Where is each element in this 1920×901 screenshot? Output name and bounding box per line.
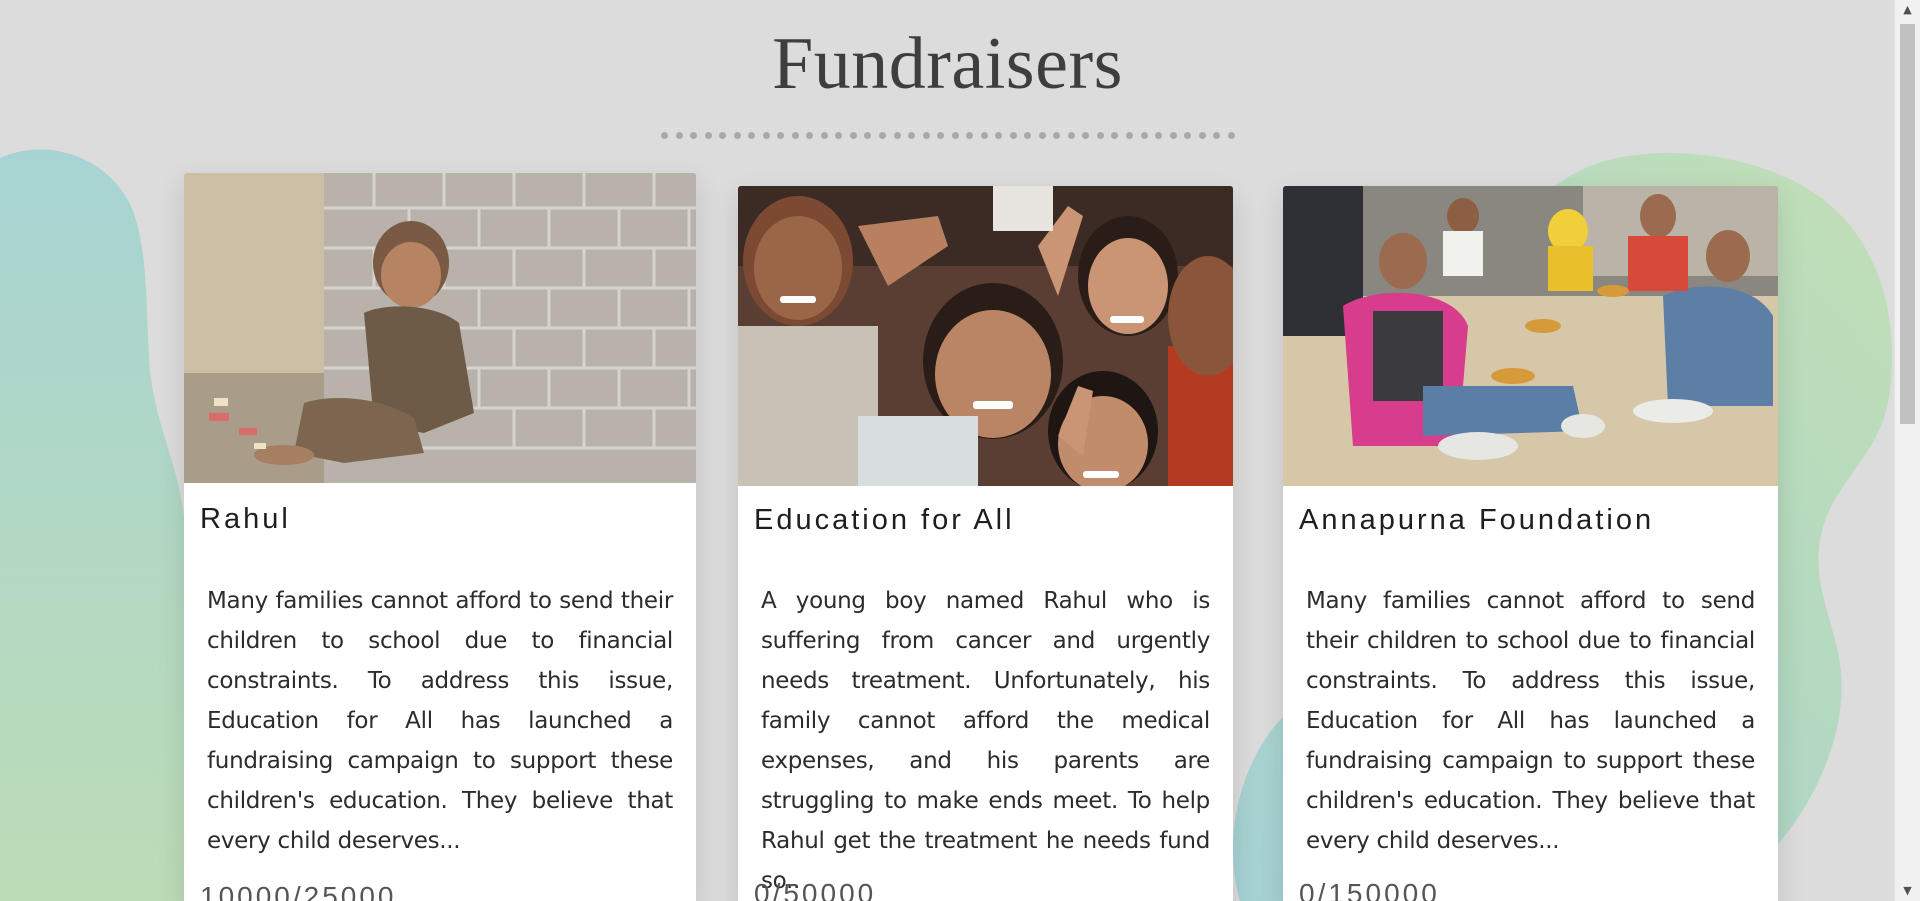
divider-dot [1111, 131, 1119, 139]
divider-dot [995, 131, 1003, 139]
title-divider [661, 130, 1235, 140]
divider-dot [922, 131, 930, 139]
divider-dot [733, 131, 741, 139]
fundraiser-description: A young boy named Rahul who is suffering… [761, 588, 1210, 894]
divider-dot [1024, 131, 1032, 139]
divider-dot [966, 131, 974, 139]
page-title: Fundraisers [772, 23, 1123, 105]
children-eating-meal-outdoors-photo [1283, 186, 1778, 486]
scroll-up-arrow-icon[interactable]: ▲ [1895, 0, 1920, 20]
divider-dot [719, 131, 727, 139]
divider-dot [661, 131, 668, 139]
divider-dot [1227, 131, 1235, 139]
fundraiser-progress: 10000/25000 [200, 881, 397, 901]
divider-dot [1140, 131, 1148, 139]
divider-dot [893, 131, 901, 139]
fundraiser-progress: 0/150000 [1299, 878, 1440, 901]
divider-dot [1053, 131, 1061, 139]
divider-dot [690, 131, 698, 139]
fundraiser-description: Many families cannot afford to send thei… [1306, 588, 1755, 854]
fundraiser-name[interactable]: Annapurna Foundation [1299, 504, 1654, 537]
divider-dot [704, 131, 712, 139]
divider-dot [835, 131, 843, 139]
fundraiser-photo [184, 173, 696, 483]
divider-dot [1096, 131, 1104, 139]
group-of-smiling-children-photo [738, 186, 1233, 486]
child-sitting-by-brick-wall-photo [184, 173, 696, 483]
divider-dot [937, 131, 945, 139]
divider-dot [1126, 131, 1133, 139]
fundraiser-name[interactable]: Education for All [754, 504, 1015, 537]
divider-dot [1213, 131, 1221, 139]
divider-dot [1184, 131, 1192, 139]
divider-dot [951, 131, 959, 139]
divider-dot [849, 131, 857, 139]
fundraiser-card-annapurna-foundation[interactable]: Annapurna Foundation Many families canno… [1283, 186, 1778, 901]
divider-dot [748, 131, 756, 139]
divider-dot [820, 131, 828, 139]
divider-dot [908, 131, 916, 139]
divider-dot [1009, 131, 1017, 139]
fundraiser-card-education-for-all[interactable]: Education for All A young boy named Rahu… [738, 186, 1233, 901]
divider-dot [980, 131, 988, 139]
fundraiser-name[interactable]: Rahul [200, 503, 291, 536]
background-blob-left [0, 149, 185, 901]
divider-dot [864, 131, 872, 139]
divider-dot [777, 131, 785, 139]
divider-dot [1155, 131, 1163, 139]
scroll-down-arrow-icon[interactable]: ▼ [1895, 881, 1920, 901]
fundraiser-card-rahul[interactable]: Rahul Many families cannot afford to sen… [184, 173, 696, 901]
page-scrollbar[interactable]: ▲ ▼ [1894, 0, 1920, 901]
divider-dot [878, 131, 886, 139]
divider-dot [1067, 131, 1075, 139]
page-viewport: Fundraisers Rahul Many families cannot a… [0, 0, 1920, 901]
divider-dot [1038, 131, 1046, 139]
divider-dot [806, 131, 814, 139]
scrollbar-thumb[interactable] [1900, 24, 1915, 424]
fundraiser-photo [1283, 186, 1778, 486]
divider-dot [762, 131, 770, 139]
divider-dot [1198, 131, 1206, 139]
divider-dot [791, 131, 799, 139]
fundraiser-description: Many families cannot afford to send thei… [207, 588, 673, 854]
fundraiser-progress: 0/50000 [754, 878, 877, 901]
divider-dot [675, 131, 683, 139]
fundraiser-photo [738, 186, 1233, 486]
divider-dot [1082, 131, 1090, 139]
divider-dot [1169, 131, 1177, 139]
